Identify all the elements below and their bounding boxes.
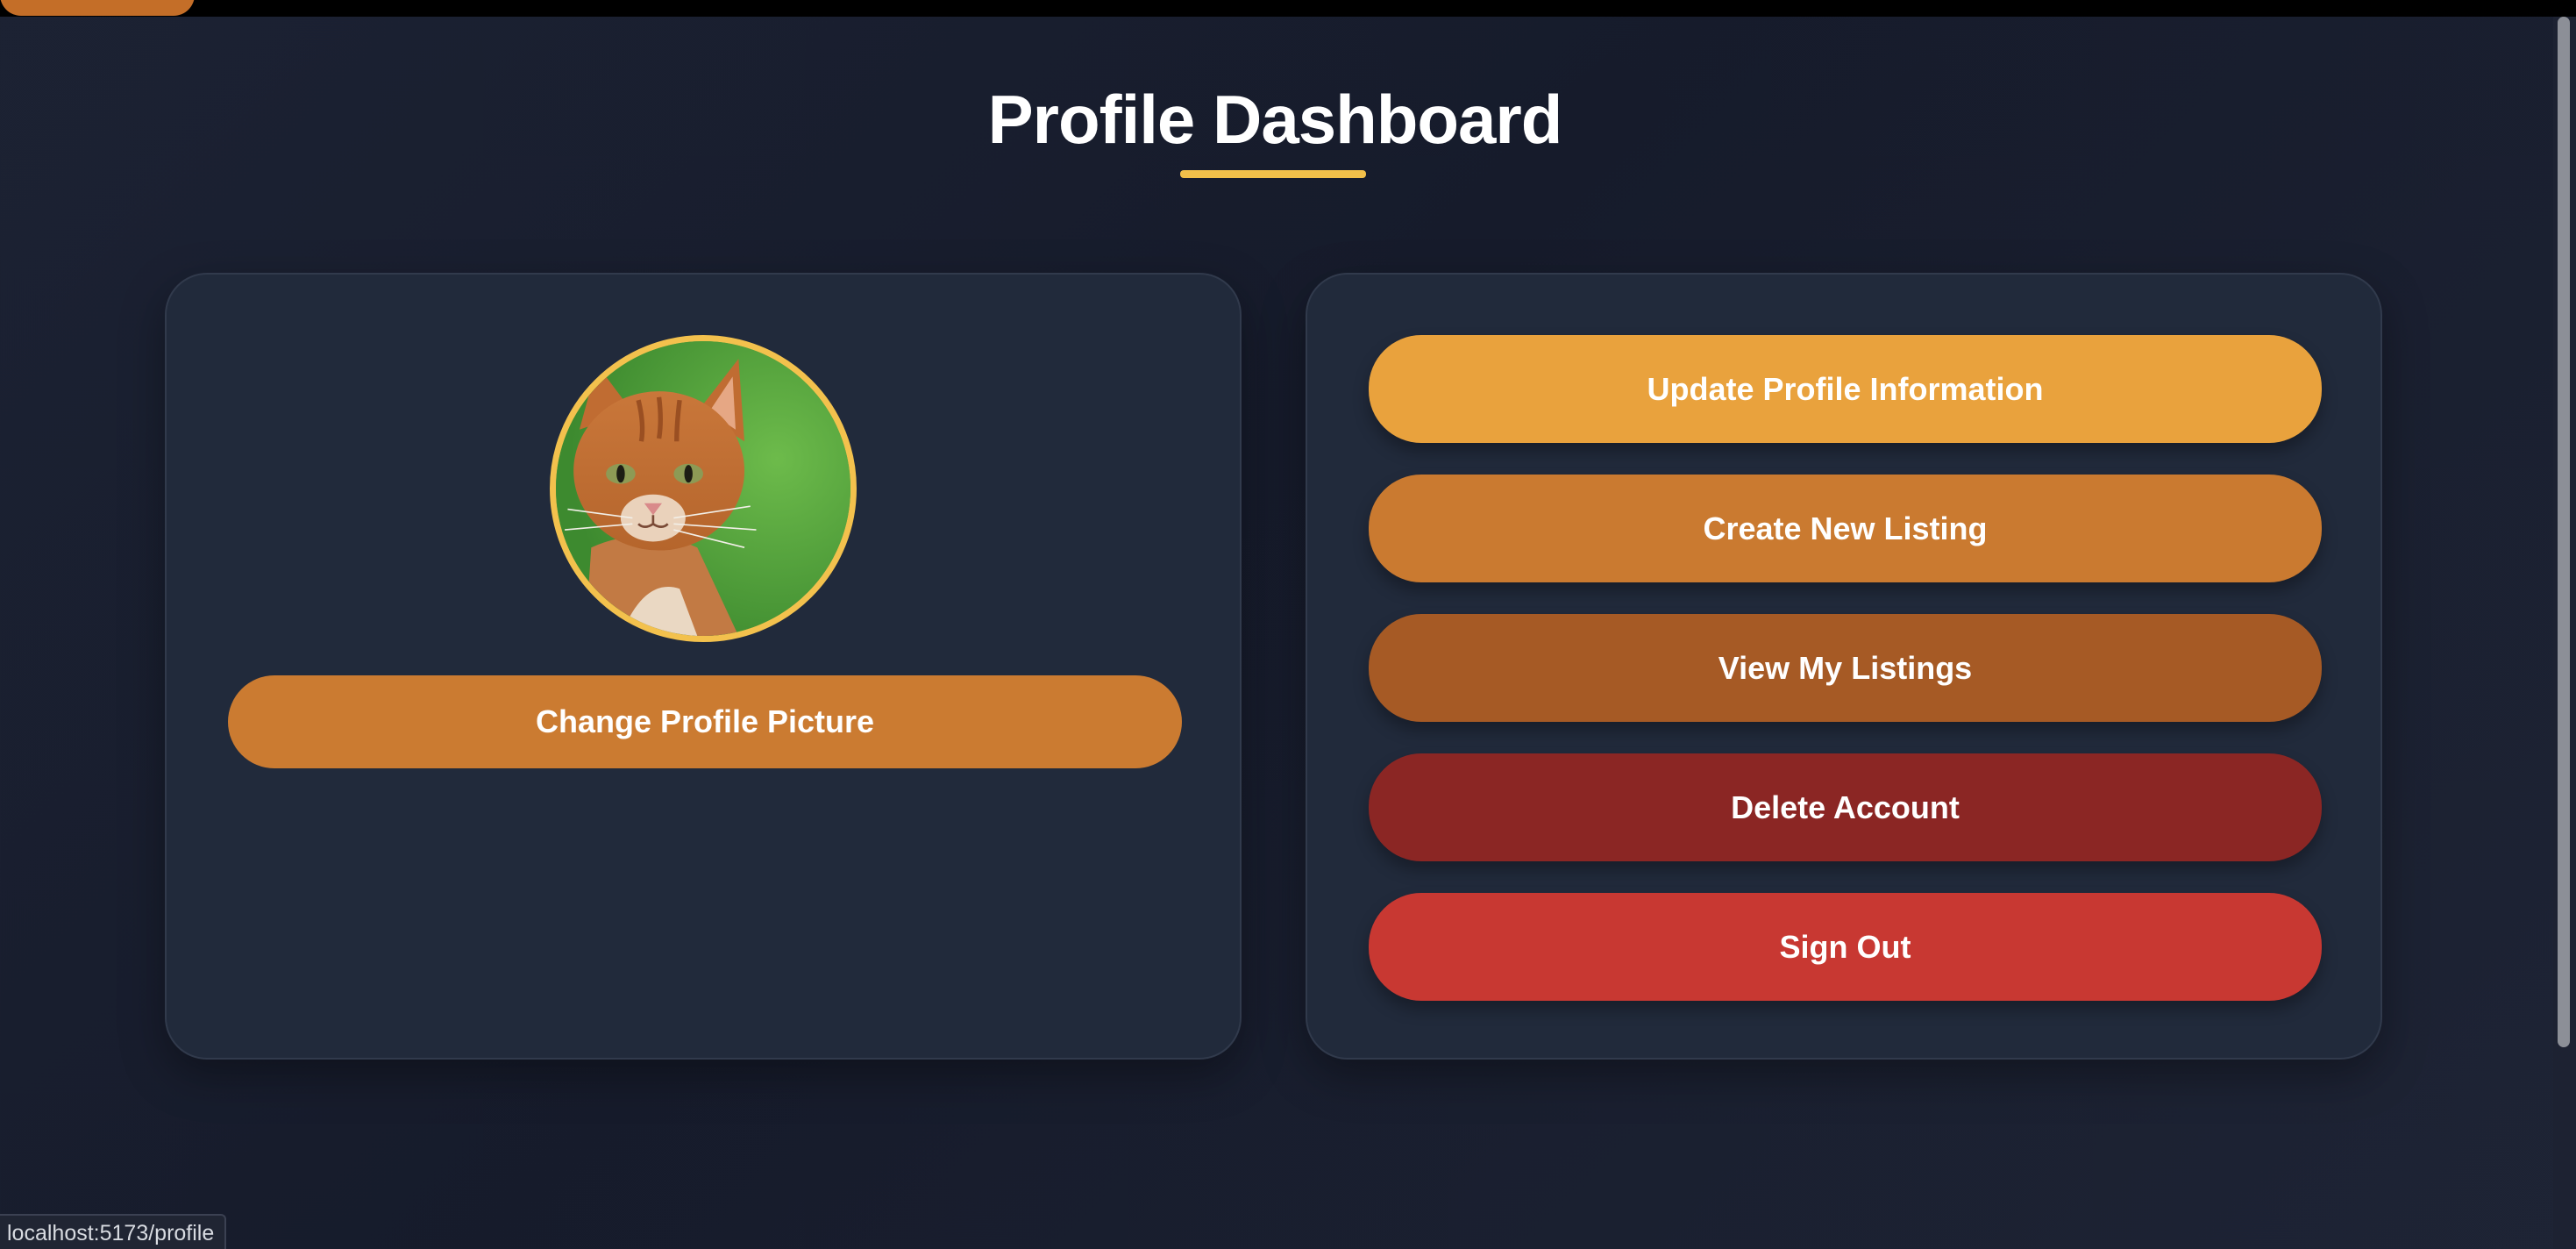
avatar[interactable] — [550, 335, 857, 642]
profile-actions-card: Update Profile Information Create New Li… — [1306, 273, 2382, 1060]
scrollbar-thumb[interactable] — [2558, 17, 2570, 1047]
nav-pill-button[interactable] — [0, 0, 195, 16]
update-profile-button[interactable]: Update Profile Information — [1369, 335, 2322, 443]
top-nav-bar — [0, 0, 2576, 17]
page-title: Profile Dashboard — [987, 81, 1563, 158]
scrollbar[interactable] — [2553, 17, 2576, 1249]
create-listing-button[interactable]: Create New Listing — [1369, 475, 2322, 582]
title-underline — [1180, 170, 1366, 178]
delete-account-button[interactable]: Delete Account — [1369, 753, 2322, 861]
profile-picture-card: Change Profile Picture — [165, 273, 1242, 1060]
sign-out-button[interactable]: Sign Out — [1369, 893, 2322, 1001]
status-url: localhost:5173/profile — [0, 1214, 227, 1249]
view-listings-button[interactable]: View My Listings — [1369, 614, 2322, 722]
cat-photo-icon — [556, 341, 850, 636]
change-profile-picture-button[interactable]: Change Profile Picture — [228, 675, 1182, 768]
